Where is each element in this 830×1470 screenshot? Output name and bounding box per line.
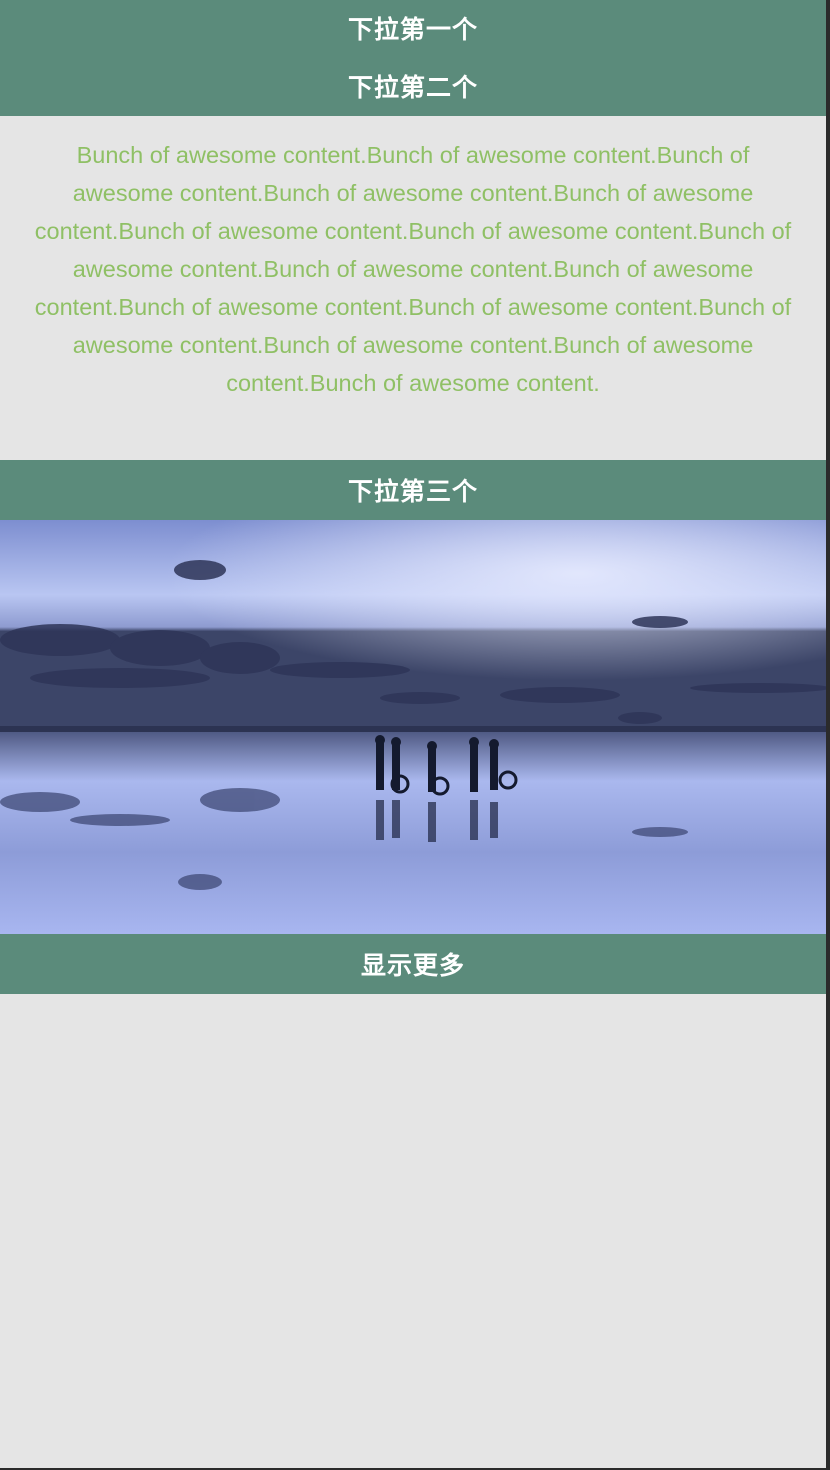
landscape-photo: [0, 520, 826, 934]
accordion-header-first[interactable]: 下拉第一个: [0, 0, 826, 56]
accordion-panel-third-image: [0, 520, 826, 934]
accordion-header-second[interactable]: 下拉第二个: [0, 56, 826, 116]
accordion-panel-second-content: Bunch of awesome content.Bunch of awesom…: [0, 116, 826, 460]
accordion-header-third[interactable]: 下拉第三个: [0, 460, 826, 520]
page: 下拉第一个 下拉第二个 Bunch of awesome content.Bun…: [0, 0, 826, 1468]
show-more-button[interactable]: 显示更多: [0, 934, 826, 994]
